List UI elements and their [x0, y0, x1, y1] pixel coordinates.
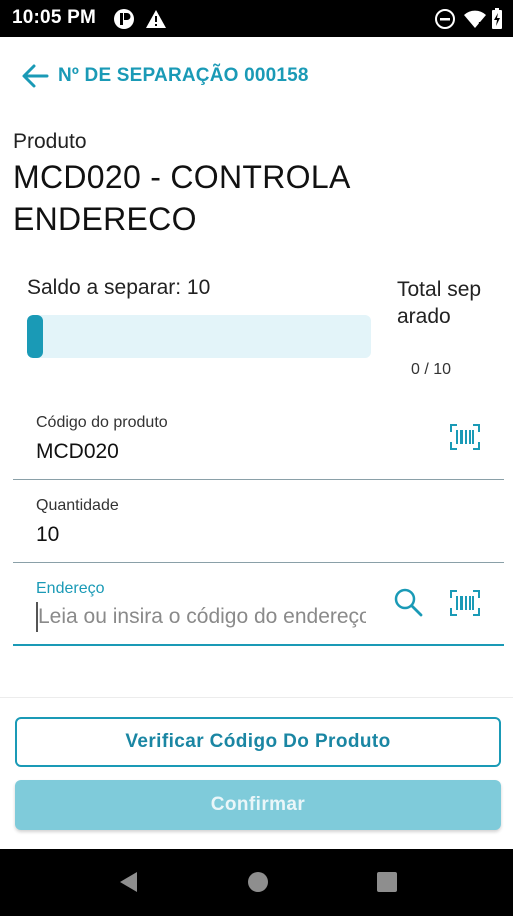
address-input[interactable]	[36, 602, 366, 632]
total-separado-label: Total separado	[397, 278, 482, 328]
status-time: 10:05 PM	[12, 7, 96, 28]
product-code-field[interactable]: Código do produto MCD020	[13, 400, 504, 480]
battery-icon	[491, 8, 503, 35]
quantity-field[interactable]: Quantidade 10	[13, 483, 504, 563]
confirm-button[interactable]: Confirmar	[15, 780, 501, 830]
app-header: Nº DE SEPARAÇÃO 000158	[0, 37, 513, 115]
warning-icon	[145, 8, 167, 35]
address-label: Endereço	[36, 580, 105, 597]
total-separado-count: 0 / 10	[411, 361, 452, 378]
product-name: MCD020 - CONTROLA ENDERECO	[13, 159, 349, 237]
product-code-label: Código do produto	[36, 414, 168, 431]
home-circle-icon[interactable]	[247, 871, 269, 898]
product-code-value: MCD020	[36, 440, 119, 463]
quantity-value: 10	[36, 523, 60, 546]
barcode-icon[interactable]	[450, 424, 480, 450]
progress-fill	[27, 315, 43, 358]
app-notification-icon	[113, 8, 135, 35]
progress-bar	[27, 315, 371, 358]
footer-divider	[0, 697, 513, 698]
wifi-icon: 5	[463, 8, 487, 35]
do-not-disturb-icon	[434, 8, 456, 35]
address-field[interactable]: Endereço	[13, 566, 504, 646]
verify-product-code-button[interactable]: Verificar Código Do Produto	[15, 717, 501, 767]
product-label: Produto	[13, 130, 87, 153]
svg-text:5: 5	[478, 21, 483, 30]
search-icon[interactable]	[393, 587, 423, 617]
arrow-left-icon[interactable]	[20, 61, 50, 91]
back-triangle-icon[interactable]	[118, 871, 140, 898]
page-title: Nº DE SEPARAÇÃO 000158	[58, 65, 309, 86]
barcode-icon[interactable]	[450, 590, 480, 616]
quantity-label: Quantidade	[36, 497, 119, 514]
saldo-text: Saldo a separar: 10	[27, 276, 211, 299]
system-nav-bar	[0, 849, 513, 916]
status-bar: 10:05 PM 5	[0, 0, 513, 37]
recents-square-icon[interactable]	[376, 871, 398, 898]
